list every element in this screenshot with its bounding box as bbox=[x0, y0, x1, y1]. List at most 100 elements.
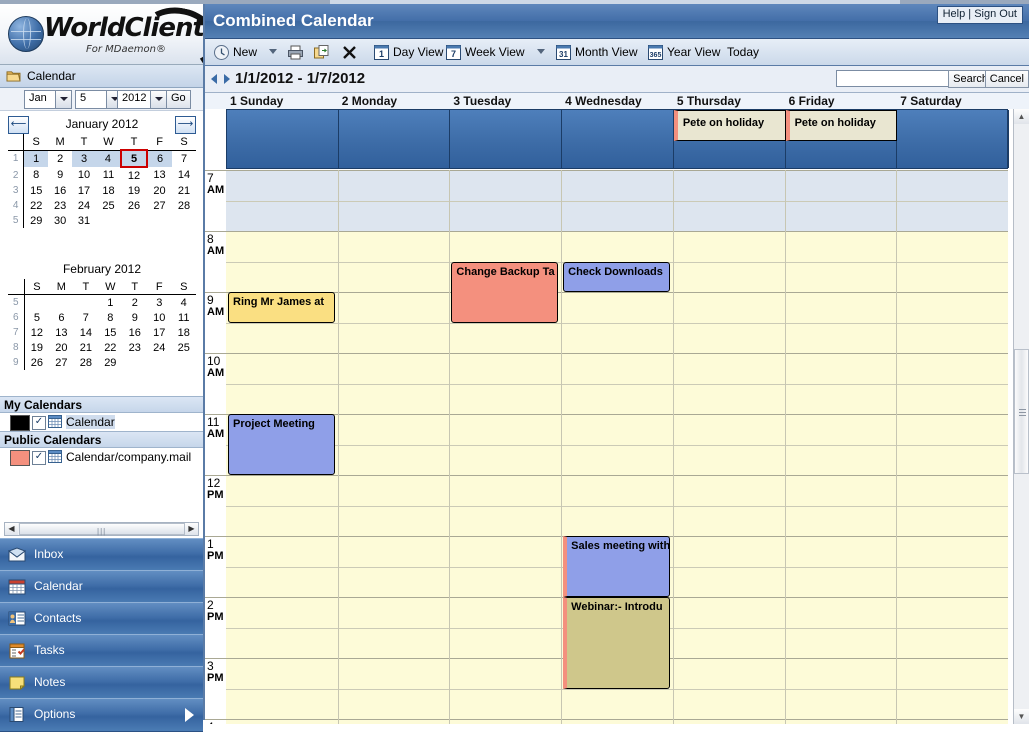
mini-calendar-day[interactable]: 8 bbox=[98, 310, 122, 325]
all-day-event[interactable]: Pete on holiday bbox=[673, 110, 786, 141]
mini-calendar-day[interactable]: 22 bbox=[24, 198, 48, 213]
week-view-dropdown-arrow[interactable] bbox=[537, 49, 545, 54]
search-input[interactable] bbox=[836, 70, 951, 87]
mini-calendar-day[interactable]: 17 bbox=[147, 325, 171, 340]
mini-calendar-day[interactable]: 9 bbox=[123, 310, 147, 325]
sidebar-item-calendar[interactable]: Calendar bbox=[0, 570, 203, 604]
toolbar-day-view-button[interactable]: 1 Day View bbox=[373, 39, 443, 65]
all-day-cell-2[interactable] bbox=[450, 110, 563, 168]
mini-calendar-day[interactable]: 23 bbox=[123, 340, 147, 355]
mini-calendar-day[interactable]: 16 bbox=[123, 325, 147, 340]
calendar-event[interactable]: Change Backup Ta bbox=[451, 261, 559, 323]
mini-calendar-day[interactable]: 4 bbox=[171, 295, 196, 311]
mini-calendar-day[interactable]: 23 bbox=[48, 198, 72, 213]
mini-calendar-day[interactable]: 28 bbox=[172, 198, 196, 213]
calendar-event[interactable]: Sales meeting with bbox=[563, 536, 670, 597]
mini-calendar-day[interactable]: 4 bbox=[96, 150, 121, 167]
mini-calendar-day[interactable]: 5 bbox=[119, 149, 149, 168]
mini-calendar-day[interactable]: 27 bbox=[49, 355, 73, 370]
go-button[interactable]: Go bbox=[166, 90, 191, 109]
next-month-icon[interactable]: ⟶ bbox=[175, 116, 196, 134]
day-header-1[interactable]: 2 Monday bbox=[342, 94, 397, 108]
mini-calendar-day[interactable]: 2 bbox=[123, 295, 147, 311]
mini-calendar-day[interactable]: 6 bbox=[147, 150, 173, 167]
mini-calendar-day[interactable]: 2 bbox=[48, 150, 72, 167]
scroll-up-icon[interactable]: ▲ bbox=[1014, 109, 1029, 124]
mini-calendar-day[interactable]: 7 bbox=[74, 310, 98, 325]
mini-calendar-day[interactable]: 9 bbox=[48, 167, 72, 183]
new-dropdown-arrow[interactable] bbox=[269, 49, 277, 54]
day-header-3[interactable]: 4 Wednesday bbox=[565, 94, 641, 108]
calendar-list-hscrollbar[interactable]: ◀ ▶ ||| bbox=[4, 522, 199, 536]
mini-calendar-day[interactable]: 7 bbox=[172, 150, 196, 167]
next-week-icon[interactable] bbox=[224, 74, 230, 84]
day-select[interactable]: 5 bbox=[75, 90, 123, 109]
year-select[interactable]: 2012 bbox=[117, 90, 168, 109]
mini-calendar-day[interactable]: 11 bbox=[96, 167, 121, 183]
calendar-list-item[interactable]: ✓ Calendar bbox=[0, 413, 203, 431]
mini-calendar-day[interactable]: 26 bbox=[121, 198, 147, 213]
mini-calendar-day[interactable]: 10 bbox=[147, 310, 171, 325]
calendar-visibility-checkbox[interactable]: ✓ bbox=[32, 416, 46, 430]
mini-calendar-day[interactable]: 14 bbox=[74, 325, 98, 340]
toolbar-week-view-button[interactable]: 7 Week View bbox=[445, 39, 525, 65]
mini-calendar-day[interactable]: 12 bbox=[121, 167, 147, 183]
mini-calendar-day[interactable]: 24 bbox=[147, 340, 171, 355]
sidebar-item-notes[interactable]: Notes bbox=[0, 666, 203, 700]
calendar-event[interactable]: Check Downloads bbox=[563, 261, 670, 292]
mini-calendar-day[interactable]: 13 bbox=[49, 325, 73, 340]
mini-calendar-day[interactable]: 12 bbox=[24, 325, 49, 340]
mini-calendar-day[interactable]: 8 bbox=[24, 167, 48, 183]
mini-calendar-day[interactable]: 19 bbox=[121, 183, 147, 198]
all-day-cell-4[interactable]: Pete on holiday bbox=[673, 110, 786, 168]
prev-month-icon[interactable]: ⟵ bbox=[8, 116, 29, 134]
cancel-search-button[interactable]: Cancel bbox=[984, 70, 1029, 88]
day-header-5[interactable]: 6 Friday bbox=[789, 94, 835, 108]
mini-calendar-day[interactable]: 10 bbox=[72, 167, 96, 183]
calendar-event[interactable]: Webinar:- Introdu bbox=[563, 597, 670, 689]
mini-calendar-day[interactable]: 29 bbox=[98, 355, 122, 370]
mini-calendar-day[interactable]: 26 bbox=[24, 355, 49, 370]
day-header-4[interactable]: 5 Thursday bbox=[677, 94, 741, 108]
mini-calendar-day[interactable]: 16 bbox=[48, 183, 72, 198]
sidebar-item-options[interactable]: Options bbox=[0, 698, 203, 732]
mini-calendar-day[interactable]: 25 bbox=[171, 340, 196, 355]
all-day-cell-0[interactable] bbox=[227, 110, 339, 168]
sidebar-item-tasks[interactable]: Tasks bbox=[0, 634, 203, 668]
mini-calendar-day[interactable]: 17 bbox=[72, 183, 96, 198]
mini-calendar-day[interactable]: 21 bbox=[172, 183, 196, 198]
mini-calendar-day[interactable]: 5 bbox=[24, 310, 49, 325]
mini-calendar-day[interactable]: 20 bbox=[49, 340, 73, 355]
previous-week-icon[interactable] bbox=[211, 74, 217, 84]
toolbar-today-button[interactable]: Today bbox=[727, 39, 759, 65]
day-header-2[interactable]: 3 Tuesday bbox=[453, 94, 511, 108]
mini-calendar-day[interactable]: 14 bbox=[172, 167, 196, 183]
all-day-cell-6[interactable] bbox=[897, 110, 1009, 168]
mini-calendar-day[interactable]: 6 bbox=[49, 310, 73, 325]
all-day-cell-1[interactable] bbox=[339, 110, 451, 168]
vscrollbar-thumb[interactable] bbox=[1014, 349, 1029, 474]
scroll-left-icon[interactable]: ◀ bbox=[5, 523, 18, 535]
sidebar-item-inbox[interactable]: Inbox bbox=[0, 538, 203, 572]
mini-calendar-day[interactable]: 18 bbox=[96, 183, 121, 198]
mini-calendar-day[interactable]: 27 bbox=[147, 198, 172, 213]
mini-calendar-day[interactable]: 13 bbox=[147, 167, 172, 183]
mini-calendar-day[interactable]: 21 bbox=[74, 340, 98, 355]
mini-calendar-day[interactable]: 25 bbox=[96, 198, 121, 213]
help-link[interactable]: Help bbox=[943, 8, 966, 20]
calendar-vscrollbar[interactable]: ▲ ▼ bbox=[1013, 109, 1029, 724]
toolbar-move-copy-button[interactable] bbox=[313, 39, 333, 65]
scroll-down-icon[interactable]: ▼ bbox=[1014, 709, 1029, 724]
day-header-6[interactable]: 7 Saturday bbox=[900, 94, 961, 108]
mini-calendar-day[interactable]: 22 bbox=[98, 340, 122, 355]
toolbar-new-button[interactable]: New bbox=[213, 39, 257, 65]
toolbar-print-button[interactable] bbox=[287, 39, 307, 65]
scroll-right-icon[interactable]: ▶ bbox=[185, 523, 198, 535]
toolbar-month-view-button[interactable]: 31 Month View bbox=[555, 39, 637, 65]
all-day-cell-5[interactable]: Pete on holiday bbox=[785, 110, 898, 168]
sidebar-item-contacts[interactable]: Contacts bbox=[0, 602, 203, 636]
mini-calendar-day[interactable]: 18 bbox=[171, 325, 196, 340]
mini-calendar-day[interactable]: 19 bbox=[24, 340, 49, 355]
calendar-event[interactable]: Ring Mr James at bbox=[228, 292, 335, 323]
mini-calendar-day[interactable]: 30 bbox=[48, 213, 72, 228]
